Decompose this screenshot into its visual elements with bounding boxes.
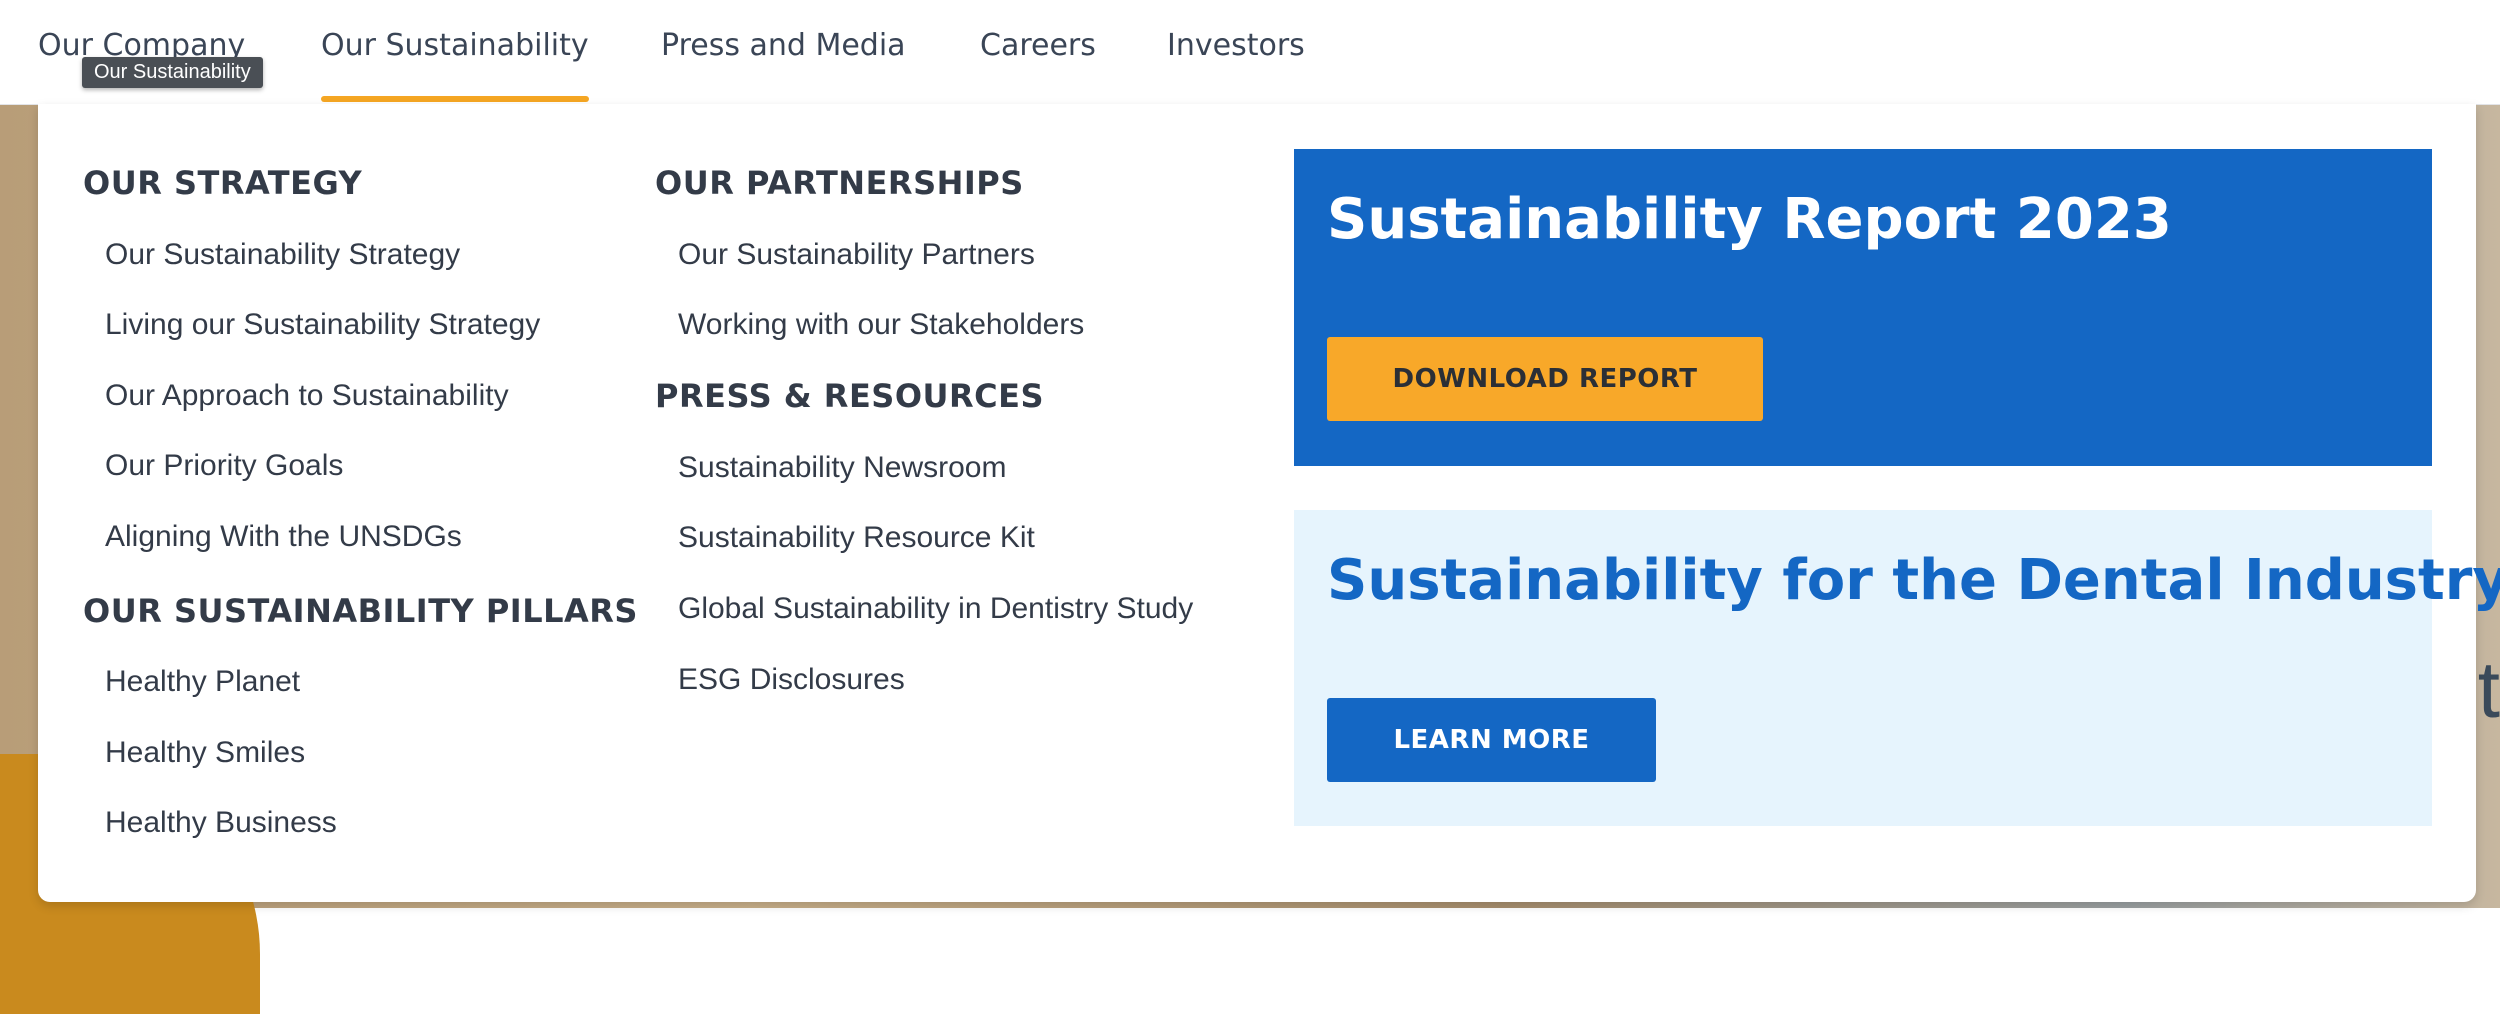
heading-our-partnerships: OUR PARTNERSHIPS (655, 164, 1024, 202)
heading-our-strategy: OUR STRATEGY (83, 164, 363, 202)
link-our-sustainability-strategy[interactable]: Our Sustainability Strategy (105, 238, 460, 272)
link-esg-disclosures[interactable]: ESG Disclosures (678, 663, 905, 697)
link-healthy-business[interactable]: Healthy Business (105, 806, 337, 840)
nav-investors[interactable]: Investors (1167, 28, 1305, 63)
nav-our-sustainability[interactable]: Our Sustainability (321, 28, 589, 102)
top-navigation: Our Company Our Sustainability Press and… (0, 0, 2500, 105)
link-our-sustainability-partners[interactable]: Our Sustainability Partners (678, 238, 1035, 272)
link-healthy-planet[interactable]: Healthy Planet (105, 665, 300, 699)
promo-card-dental: Sustainability for the Dental Industry L… (1294, 510, 2500, 826)
nav-tooltip: Our Sustainability (82, 57, 263, 88)
link-aligning-with-the-unsdgs[interactable]: Aligning With the UNSDGs (105, 520, 462, 554)
link-our-approach-to-sustainability[interactable]: Our Approach to Sustainability (105, 379, 509, 413)
nav-press-and-media[interactable]: Press and Media (661, 28, 906, 63)
heading-press-and-resources: PRESS & RESOURCES (655, 377, 1045, 415)
link-our-priority-goals[interactable]: Our Priority Goals (105, 449, 343, 483)
link-living-our-sustainability-strategy[interactable]: Living our Sustainability Strategy (105, 308, 540, 342)
link-working-with-our-stakeholders[interactable]: Working with our Stakeholders (678, 308, 1084, 342)
nav-careers[interactable]: Careers (980, 28, 1096, 63)
promo-card-report: Sustainability Report 2023 DOWNLOAD REPO… (1294, 149, 2432, 466)
promo-dental-title: Sustainability for the Dental Industry (1327, 548, 2500, 613)
heading-our-sustainability-pillars: OUR SUSTAINABILITY PILLARS (83, 592, 638, 630)
download-report-button[interactable]: DOWNLOAD REPORT (1327, 337, 1763, 421)
learn-more-button[interactable]: LEARN MORE (1327, 698, 1656, 782)
link-global-sustainability-in-dentistry-study[interactable]: Global Sustainability in Dentistry Study (678, 592, 1193, 626)
promo-report-title: Sustainability Report 2023 (1327, 187, 2172, 252)
link-healthy-smiles[interactable]: Healthy Smiles (105, 736, 305, 770)
hero-text-fragment: t (2477, 645, 2500, 734)
link-sustainability-resource-kit[interactable]: Sustainability Resource Kit (678, 521, 1035, 555)
link-sustainability-newsroom[interactable]: Sustainability Newsroom (678, 451, 1006, 485)
